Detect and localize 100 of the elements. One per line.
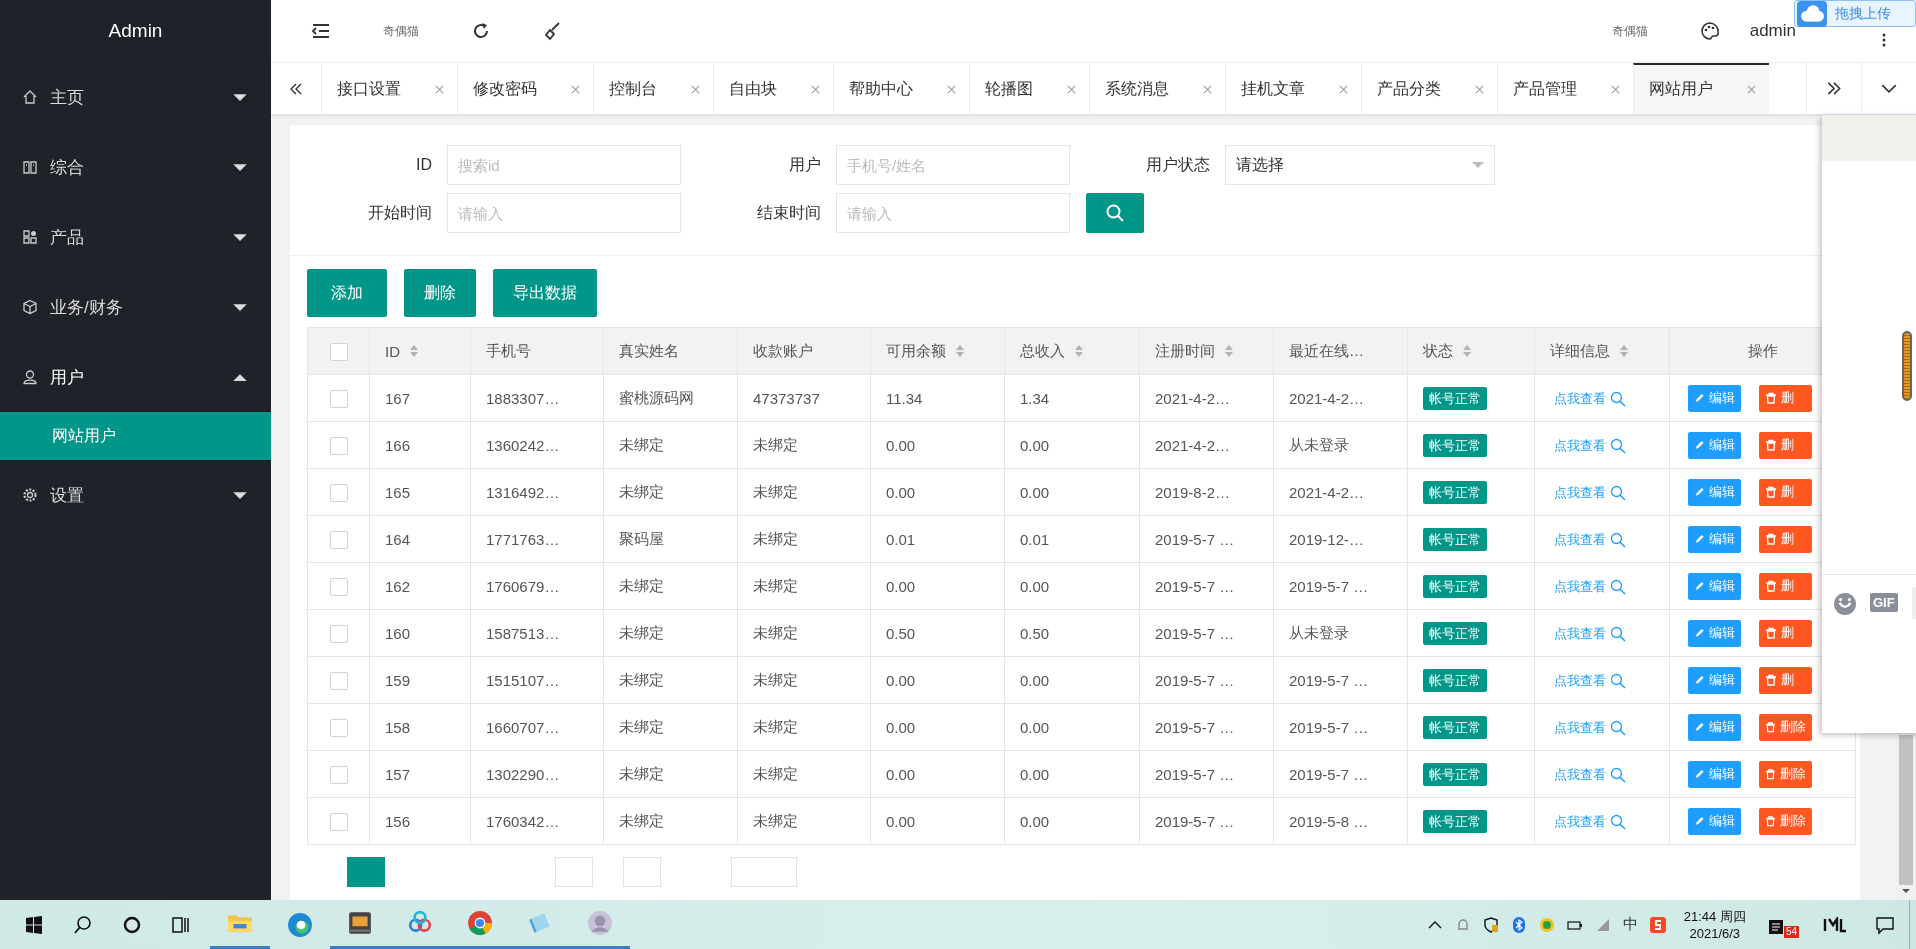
user-menu[interactable]: admin	[1749, 21, 1796, 41]
checkbox[interactable]	[329, 483, 348, 502]
network-status-icon[interactable]	[1538, 916, 1555, 933]
checkbox[interactable]	[329, 624, 348, 643]
nav-subitem[interactable]: 网站用户	[0, 412, 271, 460]
action-button[interactable]: 导出数据	[493, 269, 597, 317]
checkbox[interactable]	[329, 389, 348, 408]
checkbox[interactable]	[329, 718, 348, 737]
action-button[interactable]: 添加	[307, 269, 387, 317]
edit-button[interactable]: 编辑	[1688, 713, 1741, 741]
trash-icon	[1765, 439, 1778, 451]
checkbox[interactable]	[329, 436, 348, 455]
menu-icon[interactable]	[311, 21, 331, 41]
sort-icon[interactable]	[1619, 344, 1629, 358]
app-tray-icon[interactable]	[1823, 916, 1847, 933]
refresh-icon[interactable]	[471, 21, 491, 41]
edit-button[interactable]: 编辑	[1688, 760, 1741, 788]
input-field[interactable]: 请输入	[836, 193, 1070, 233]
nav-item[interactable]: 业务/财务	[0, 272, 271, 342]
task-view-icon[interactable]	[171, 914, 191, 935]
delete-button[interactable]: 删	[1759, 572, 1813, 600]
scroll-down-icon[interactable]	[1901, 888, 1911, 894]
nav-item[interactable]: 用户	[0, 342, 271, 412]
nav-item[interactable]: 主页	[0, 62, 271, 132]
delete-button[interactable]: 删	[1759, 478, 1813, 506]
edit-button[interactable]: 编辑	[1688, 384, 1741, 412]
delete-button[interactable]: 删除	[1759, 807, 1813, 835]
tab[interactable]: 产品分类	[1361, 63, 1497, 114]
delete-button[interactable]: 删	[1759, 431, 1813, 459]
tab[interactable]: 挂机文章	[1225, 63, 1361, 114]
nav-item[interactable]: 设置	[0, 460, 271, 530]
close-icon[interactable]	[947, 85, 956, 94]
close-icon[interactable]	[1475, 85, 1484, 94]
windows-icon[interactable]	[24, 914, 44, 935]
close-icon[interactable]	[435, 85, 444, 94]
edit-button[interactable]: 编辑	[1688, 807, 1741, 835]
clock[interactable]: 21:44 周四 2021/6/3	[1683, 907, 1746, 942]
brush-icon[interactable]	[543, 21, 563, 41]
checkbox[interactable]	[329, 577, 348, 596]
tab[interactable]: 网站用户	[1633, 63, 1769, 114]
input-field[interactable]: 搜索id	[447, 145, 681, 185]
edit-button[interactable]: 编辑	[1688, 619, 1741, 647]
upload-button[interactable]: 拖拽上传	[1794, 0, 1916, 27]
sogou-icon[interactable]	[1649, 916, 1666, 933]
nav-item[interactable]: 产品	[0, 202, 271, 272]
tab[interactable]: 轮播图	[969, 63, 1089, 114]
close-icon[interactable]	[1067, 85, 1076, 94]
smiley-icon[interactable]	[1834, 593, 1856, 615]
tab[interactable]: 接口设置	[321, 63, 457, 114]
delete-button[interactable]: 删	[1759, 525, 1813, 553]
sort-icon[interactable]	[1224, 344, 1234, 358]
close-icon[interactable]	[811, 85, 820, 94]
checkbox[interactable]	[329, 530, 348, 549]
table-cell: 2019-8-2…	[1155, 483, 1231, 501]
tab[interactable]: 系统消息	[1089, 63, 1225, 114]
nav-item[interactable]: 综合	[0, 132, 271, 202]
edit-button[interactable]: 编辑	[1688, 478, 1741, 506]
checkbox[interactable]	[329, 671, 348, 690]
gif-button[interactable]: GIF	[1870, 593, 1898, 612]
edit-button[interactable]: 编辑	[1688, 666, 1741, 694]
delete-button[interactable]: 删除	[1759, 713, 1813, 741]
tab[interactable]: 帮助中心	[833, 63, 969, 114]
sort-icon[interactable]	[1074, 344, 1084, 358]
close-icon[interactable]	[1747, 85, 1756, 94]
column-header: 真实姓名	[619, 341, 679, 361]
more-icon[interactable]	[1882, 32, 1886, 48]
shield-icon[interactable]	[1482, 916, 1499, 933]
scroll-handle[interactable]	[1902, 331, 1912, 401]
sort-icon[interactable]	[955, 344, 965, 358]
chat-bubble-icon[interactable]	[1875, 914, 1895, 935]
checkbox[interactable]	[329, 812, 348, 831]
input-field[interactable]: 手机号/姓名	[836, 145, 1070, 185]
select-field[interactable]: 请选择	[1225, 145, 1495, 185]
close-icon[interactable]	[1339, 85, 1348, 94]
search-icon[interactable]	[73, 914, 93, 935]
close-icon[interactable]	[691, 85, 700, 94]
palette-icon[interactable]	[1699, 21, 1720, 41]
search-button[interactable]	[1086, 193, 1144, 233]
action-button[interactable]: 删除	[404, 269, 476, 317]
edit-button[interactable]: 编辑	[1688, 525, 1741, 553]
input-field[interactable]: 请输入	[447, 193, 681, 233]
circle-icon[interactable]	[122, 914, 142, 935]
sort-icon[interactable]	[409, 344, 419, 358]
close-icon[interactable]	[571, 85, 580, 94]
close-icon[interactable]	[1611, 85, 1620, 94]
tab[interactable]: 修改密码	[457, 63, 593, 114]
bluetooth-icon[interactable]	[1510, 916, 1527, 933]
edit-button[interactable]: 编辑	[1688, 431, 1741, 459]
delete-button[interactable]: 删除	[1759, 760, 1813, 788]
input-method[interactable]: 中	[1622, 915, 1638, 934]
delete-button[interactable]: 删	[1759, 619, 1813, 647]
edit-button[interactable]: 编辑	[1688, 572, 1741, 600]
close-icon[interactable]	[1203, 85, 1212, 94]
delete-button[interactable]: 删	[1759, 384, 1813, 412]
tab[interactable]: 自由块	[713, 63, 833, 114]
tab[interactable]: 控制台	[593, 63, 713, 114]
checkbox[interactable]	[329, 765, 348, 784]
sort-icon[interactable]	[1462, 344, 1472, 358]
delete-button[interactable]: 删	[1759, 666, 1813, 694]
checkbox[interactable]	[329, 342, 348, 361]
